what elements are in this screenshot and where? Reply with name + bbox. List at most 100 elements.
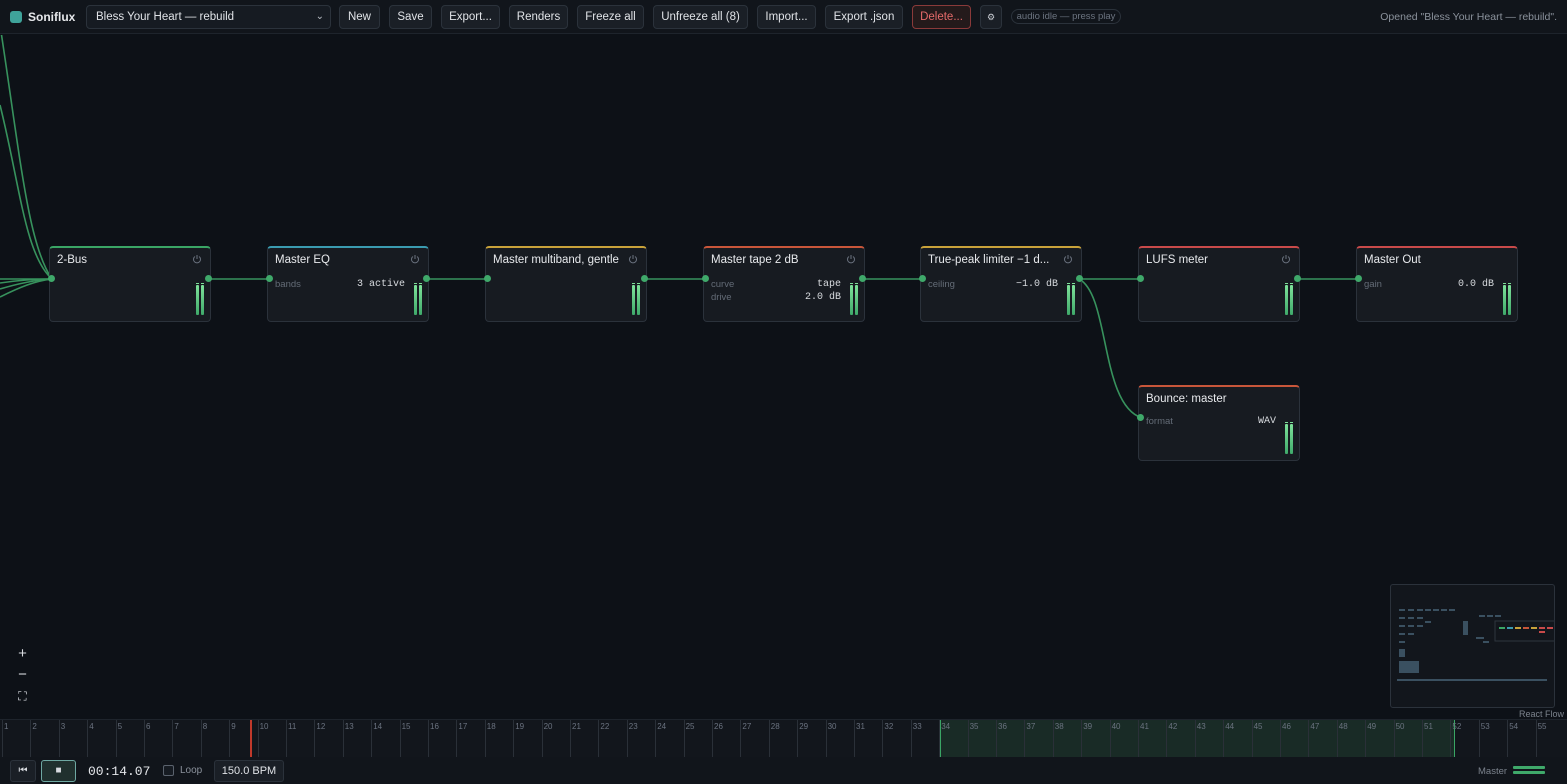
node-lufs-meter[interactable]: LUFS meter xyxy=(1137,246,1301,322)
save-button[interactable]: Save xyxy=(389,5,432,29)
bar-marker xyxy=(1422,720,1423,758)
bar-marker xyxy=(1024,720,1026,758)
output-port[interactable] xyxy=(859,275,866,282)
bar-marker xyxy=(1308,720,1310,758)
zoom-in-button[interactable]: + xyxy=(12,644,33,664)
param-value[interactable]: 0.0 dB xyxy=(1458,279,1494,290)
param-value[interactable]: 2.0 dB xyxy=(805,292,841,303)
param-value[interactable]: tape xyxy=(817,279,841,290)
bar-number: 5 xyxy=(117,722,123,731)
bar-number: 45 xyxy=(1253,722,1263,731)
playhead[interactable] xyxy=(250,720,252,758)
param-row: bands 3 active xyxy=(275,279,405,292)
level-meter xyxy=(414,285,422,315)
renders-button[interactable]: Renders xyxy=(509,5,568,29)
node-master-out[interactable]: Master Out gain 0.0 dB xyxy=(1355,246,1518,322)
bar-marker xyxy=(1535,720,1537,758)
unfreeze-all-button[interactable]: Unfreeze all (8) xyxy=(653,5,748,29)
output-port[interactable] xyxy=(1076,275,1083,282)
bar-marker xyxy=(1365,720,1367,758)
bar-number: 48 xyxy=(1338,722,1348,731)
minimap[interactable] xyxy=(1390,584,1555,708)
output-port[interactable] xyxy=(1294,275,1301,282)
timecode-display: 00:14.07 xyxy=(88,764,151,779)
node-true-peak-limiter[interactable]: True-peak limiter −1 d... ceiling −1.0 d… xyxy=(919,246,1083,322)
node-master-eq[interactable]: Master EQ bands 3 active xyxy=(266,246,430,322)
react-flow-attribution[interactable]: React Flow xyxy=(1519,709,1564,719)
power-icon[interactable] xyxy=(1063,254,1073,264)
loop-toggle[interactable]: Loop xyxy=(163,765,202,776)
input-port[interactable] xyxy=(1137,275,1144,282)
power-icon[interactable] xyxy=(628,254,638,264)
import-button[interactable]: Import... xyxy=(757,5,816,29)
master-level-meter xyxy=(1513,766,1545,775)
status-message: Opened "Bless Your Heart — rebuild". xyxy=(1380,11,1557,23)
node-graph-canvas[interactable]: 2-Bus Master EQ bands 3 active Master mu… xyxy=(0,35,1567,719)
bar-number: 7 xyxy=(174,722,179,731)
bar-marker xyxy=(1280,720,1281,758)
delete-button[interactable]: Delete... xyxy=(912,5,971,29)
node-master-multiband[interactable]: Master multiband, gentle xyxy=(484,246,648,322)
power-icon[interactable] xyxy=(192,254,202,264)
export-json-button[interactable]: Export .json xyxy=(825,5,903,29)
new-button[interactable]: New xyxy=(339,5,380,29)
input-port[interactable] xyxy=(48,275,55,282)
bar-number: 25 xyxy=(685,722,695,731)
input-port[interactable] xyxy=(919,275,926,282)
level-meter xyxy=(850,285,858,315)
node-bounce-master[interactable]: Bounce: master format WAV xyxy=(1137,385,1300,461)
bar-marker xyxy=(342,720,344,758)
param-value[interactable]: −1.0 dB xyxy=(1016,279,1058,290)
node-master-tape[interactable]: Master tape 2 dB curve tape drive 2.0 dB xyxy=(702,246,866,322)
meter-peak xyxy=(414,283,422,284)
meter-peak xyxy=(1285,422,1293,423)
node-2-bus[interactable]: 2-Bus xyxy=(48,246,212,322)
power-icon[interactable] xyxy=(846,254,856,264)
zoom-out-button[interactable]: − xyxy=(12,665,33,685)
bar-marker xyxy=(996,720,997,758)
output-port[interactable] xyxy=(641,275,648,282)
stop-button[interactable]: ■ xyxy=(41,760,76,782)
bar-number: 34 xyxy=(941,722,951,731)
node-title: Bounce: master xyxy=(1146,393,1227,405)
bar-number: 31 xyxy=(856,722,865,731)
power-icon[interactable] xyxy=(1281,254,1291,264)
freeze-all-button[interactable]: Freeze all xyxy=(577,5,644,29)
export-button[interactable]: Export... xyxy=(441,5,500,29)
bar-marker xyxy=(1138,720,1139,758)
output-port[interactable] xyxy=(423,275,430,282)
bar-marker xyxy=(1081,720,1083,758)
bar-number: 37 xyxy=(1026,722,1036,731)
bpm-input[interactable]: 150.0 BPM xyxy=(214,760,284,782)
fit-view-button[interactable]: ⛶ xyxy=(12,686,33,706)
input-port[interactable] xyxy=(266,275,273,282)
edge-incoming-2 xyxy=(0,35,53,280)
settings-gear-icon[interactable]: ⚙ xyxy=(980,5,1002,29)
input-port[interactable] xyxy=(1137,414,1144,421)
rewind-button[interactable]: ⏮ xyxy=(10,760,36,782)
bar-number: 51 xyxy=(1424,722,1433,731)
connection-edges xyxy=(0,35,1360,419)
input-port[interactable] xyxy=(1355,275,1362,282)
bar-number: 9 xyxy=(231,722,236,731)
output-port[interactable] xyxy=(205,275,212,282)
minimap-preview xyxy=(1397,609,1554,681)
transport-bar: ⏮ ■ 00:14.07 Loop 150.0 BPM Master xyxy=(0,757,1567,784)
loop-checkbox[interactable] xyxy=(163,765,174,776)
param-value[interactable]: 3 active xyxy=(357,279,405,290)
bar-marker xyxy=(882,720,884,758)
timeline-ruler[interactable]: 1 2 3 4 5 6 7 8 9 10 11 12 13 14 15 16 17 18 19 20 21 22 23 24 2… xyxy=(0,719,1567,758)
input-port[interactable] xyxy=(484,275,491,282)
bar-number: 38 xyxy=(1054,722,1064,731)
project-select[interactable]: Bless Your Heart — rebuild ⌄ xyxy=(86,5,331,29)
level-meter xyxy=(1067,285,1075,315)
bar-number: 3 xyxy=(60,722,66,731)
param-label: gain xyxy=(1364,279,1382,290)
node-title: 2-Bus xyxy=(57,254,88,266)
input-port[interactable] xyxy=(702,275,709,282)
power-icon[interactable] xyxy=(410,254,420,264)
bar-number: 29 xyxy=(799,722,809,731)
level-meter xyxy=(632,285,640,315)
param-value[interactable]: WAV xyxy=(1258,416,1276,427)
bar-number: 6 xyxy=(146,722,151,731)
